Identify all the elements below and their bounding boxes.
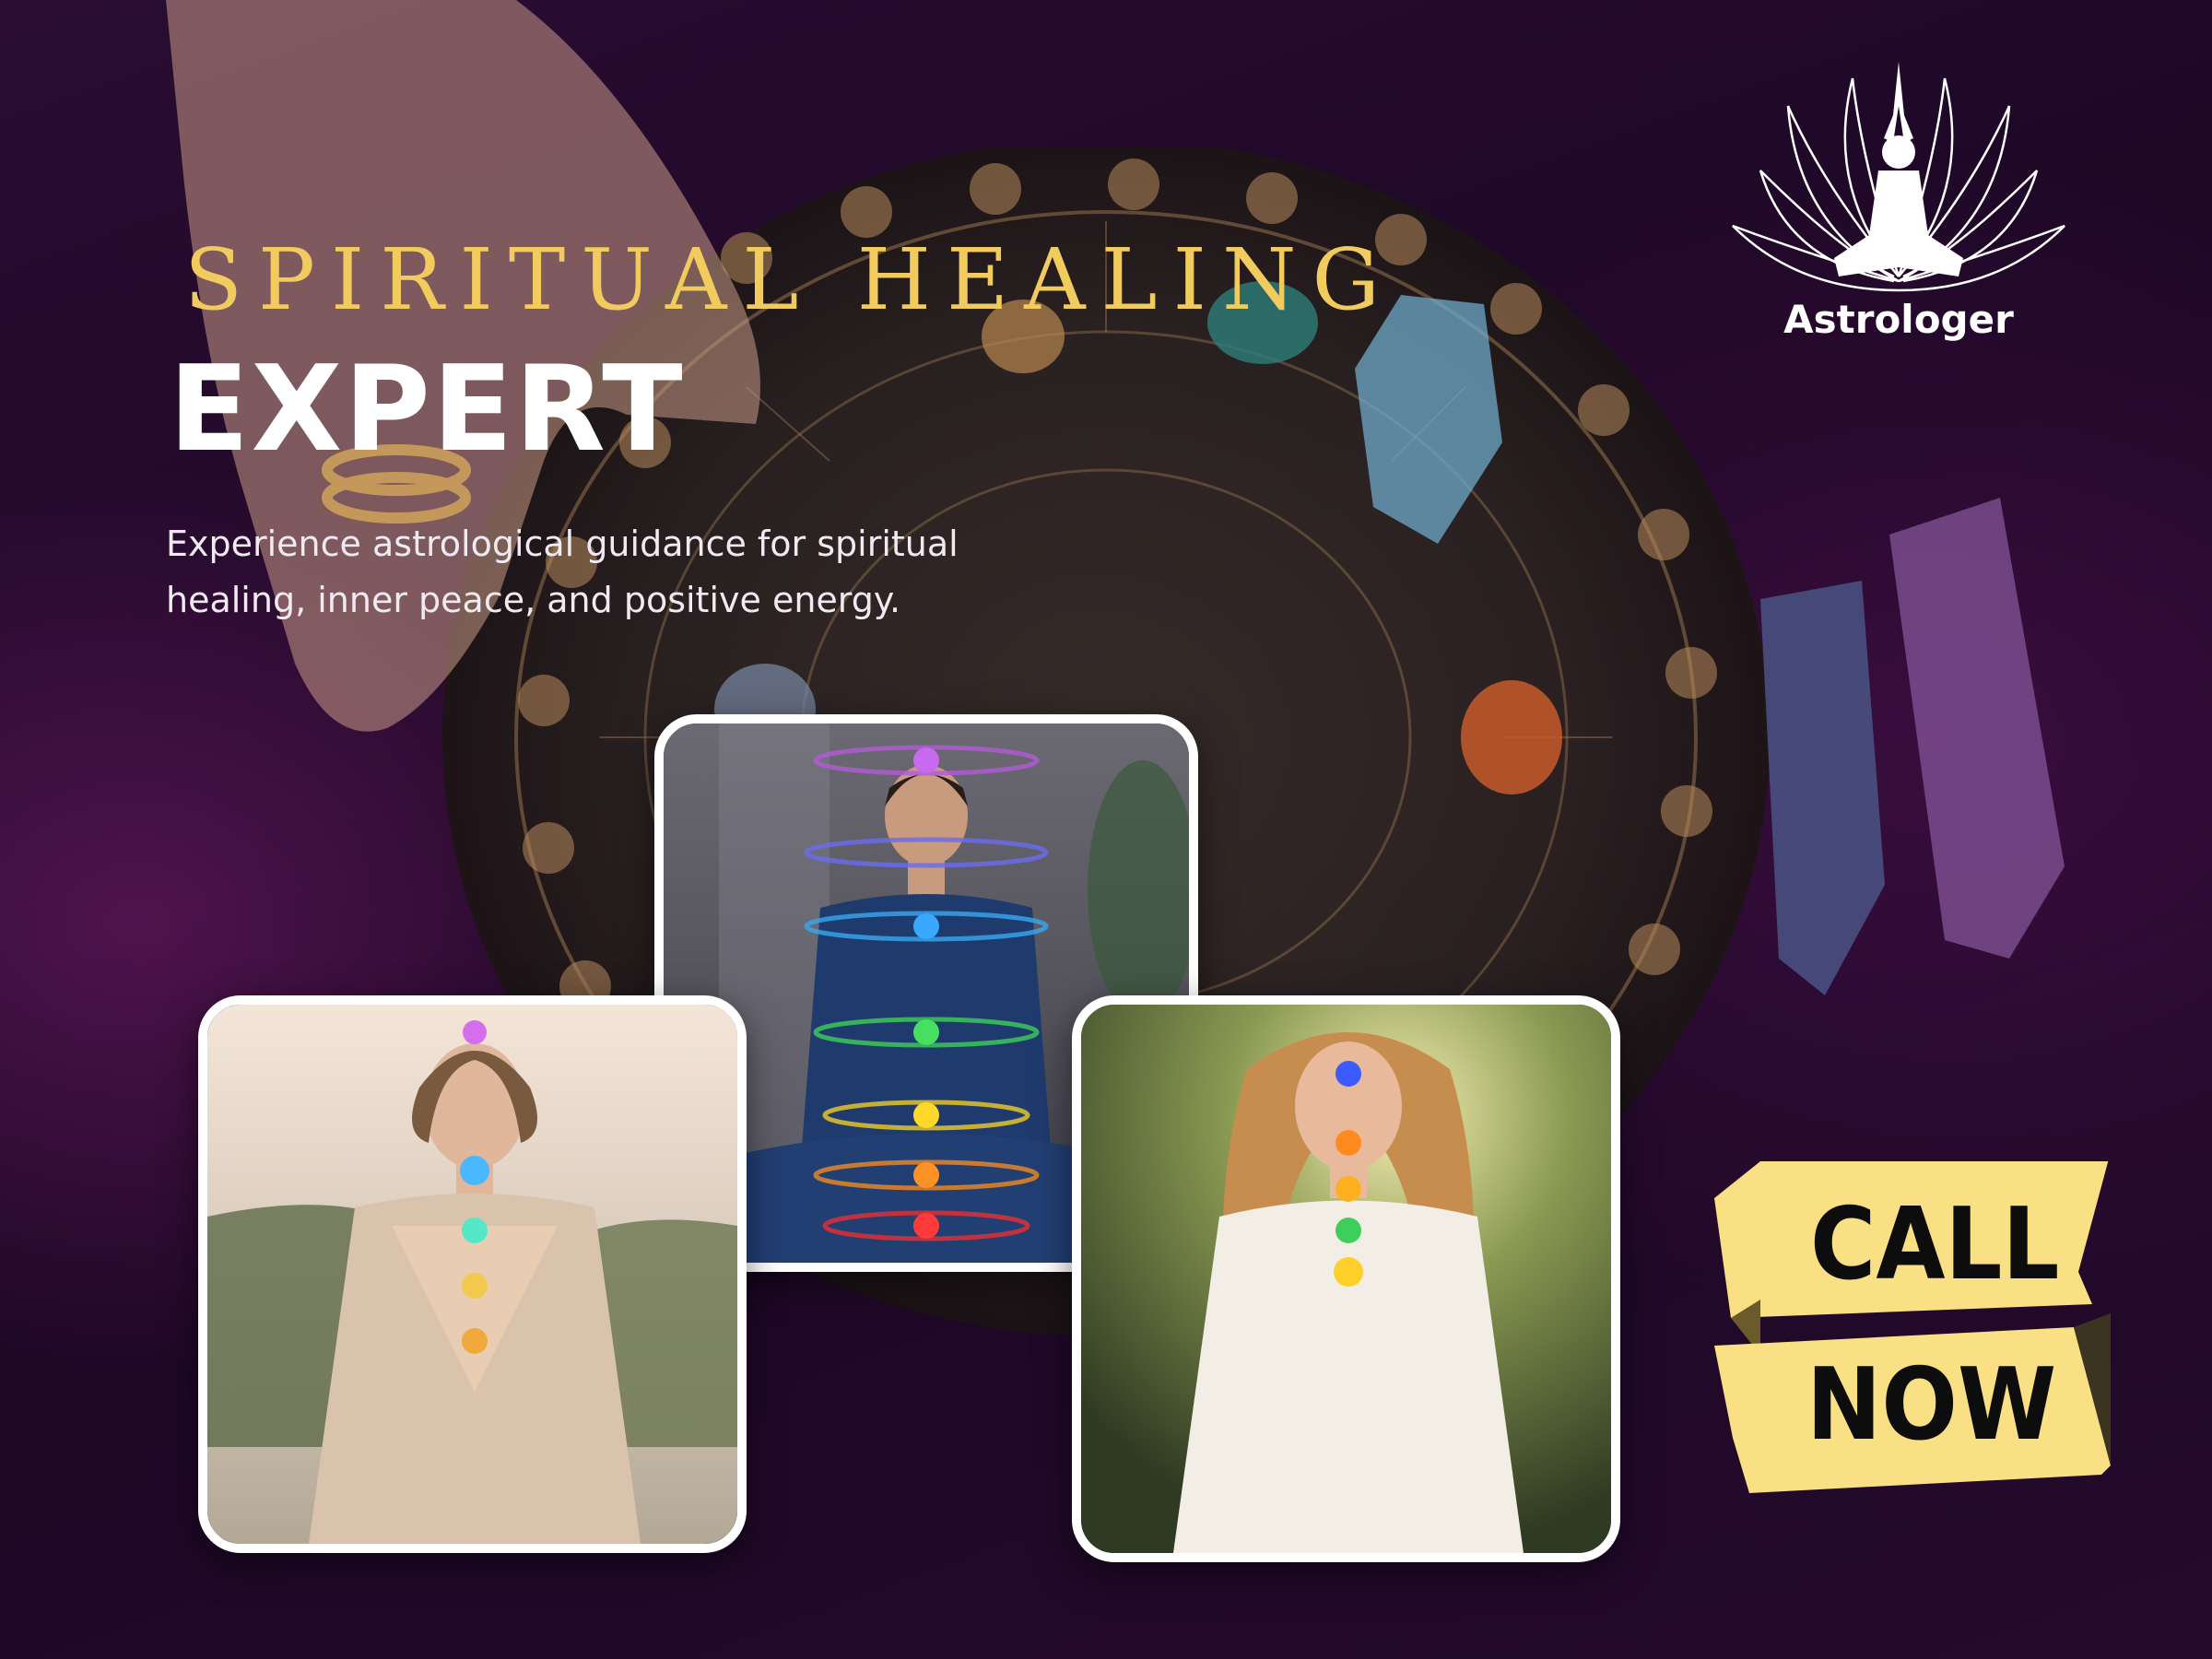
crystal-points-image [1760,498,2065,995]
call-now-line2[interactable]: NOW [1806,1347,2056,1463]
headline-spiritual-healing: SPIRITUAL HEALING [184,230,1395,329]
brand-name: Astrologer [1783,297,2014,342]
meditation-chakra-photo-left [198,995,747,1553]
call-now-line1[interactable]: CALL [1810,1187,2059,1302]
description-text: Experience astrological guidance for spi… [166,524,959,620]
meditation-chakra-photo-right [1072,995,1620,1562]
banner: SPIRITUAL HEALING EXPERT Experience astr… [0,0,2212,1659]
headline-expert: EXPERT [169,341,685,478]
